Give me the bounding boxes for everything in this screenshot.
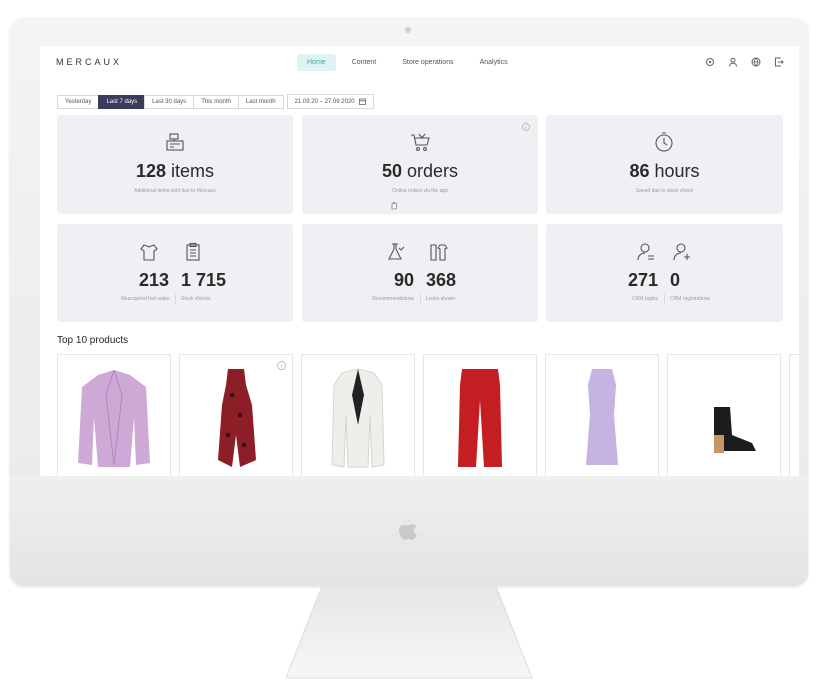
tab-content[interactable]: Content (342, 54, 387, 71)
recommendations-caption: Recommendations (372, 296, 414, 302)
user-icon[interactable] (726, 55, 739, 68)
tab-analytics[interactable]: Analytics (470, 54, 518, 71)
apple-logo-icon (399, 519, 417, 540)
recommendation-icon (388, 243, 405, 260)
hours-value: 86 hours (546, 161, 783, 182)
info-icon[interactable] (277, 361, 286, 370)
cash-register-icon (166, 133, 184, 151)
items-unit: items (171, 161, 215, 181)
info-icon[interactable] (522, 123, 530, 131)
date-range-picker[interactable]: 21.09.20 – 27.09.2020 (286, 94, 374, 109)
clothing-tag-icon (140, 244, 158, 261)
calendar-icon (358, 98, 366, 105)
filter-yesterday[interactable]: Yesterday (57, 94, 100, 109)
product-card[interactable] (545, 354, 659, 476)
imac-stand (285, 586, 533, 679)
stock-checks-stat: 1 715 Stock checks (175, 224, 293, 322)
card-online-orders: 50 orders Online orders via the app (302, 115, 538, 214)
product-card-partial[interactable] (789, 354, 799, 476)
looks-value: 368 (426, 270, 457, 290)
clock-icon (655, 132, 673, 152)
crm-registrations-value: 0 (670, 270, 681, 290)
stock-checks-value: 1 715 (181, 270, 227, 290)
stock-checks-caption: Stock checks (181, 296, 211, 302)
items-value: 128 items (57, 161, 293, 182)
header-actions (703, 55, 785, 68)
main-nav: Home Content Store operations Analytics (297, 54, 518, 71)
top-bar: MERCAUX Home Content Store operations An… (40, 46, 799, 80)
card-recs-looks: 90 Recommendations 368 Looks shown (302, 224, 538, 322)
clipboard-icon (186, 242, 200, 261)
card-sales-stock: 213 Reacquired lost sales 1 715 Stock ch… (57, 224, 293, 322)
card-crm: 271 CRM logins 0 CRM registrations (546, 224, 783, 322)
camera-dot (405, 27, 411, 33)
product-card[interactable] (301, 354, 415, 476)
hours-number: 86 (629, 161, 650, 181)
hours-caption: Saved due to stock check (636, 188, 693, 194)
crm-logins-caption: CRM logins (632, 296, 658, 302)
top-products-title: Top 10 products (57, 335, 129, 346)
crm-logins-value: 271 (627, 270, 658, 290)
settings-icon[interactable] (703, 55, 716, 68)
filter-this-month[interactable]: This month (193, 94, 239, 109)
orders-value: 50 orders (302, 161, 538, 182)
globe-icon[interactable] (749, 55, 762, 68)
tab-home[interactable]: Home (297, 54, 336, 71)
product-image (218, 369, 256, 467)
looks-stat: 368 Looks shown (420, 224, 538, 322)
product-image (714, 407, 756, 453)
orders-caption: Online orders via the app (392, 188, 448, 194)
recommendations-value: 90 (393, 270, 414, 290)
product-card[interactable] (423, 354, 537, 476)
shopping-cart-icon (411, 133, 430, 151)
add-user-icon (673, 243, 690, 261)
crm-logins-stat: 271 CRM logins (546, 224, 664, 322)
card-items-sold: 128 items Additional items sold due to M… (57, 115, 293, 214)
lost-sales-caption: Reacquired lost sales (121, 296, 169, 302)
looks-caption: Looks shown (426, 296, 456, 302)
period-filter: Yesterday Last 7 days Last 30 days This … (57, 94, 374, 109)
product-card[interactable] (57, 354, 171, 476)
card-hours-saved: 86 hours Saved due to stock check (546, 115, 783, 214)
lost-sales-stat: 213 Reacquired lost sales (57, 224, 175, 322)
product-card[interactable] (179, 354, 293, 476)
crm-registrations-caption: CRM registrations (670, 296, 711, 302)
product-image (78, 369, 150, 467)
logout-icon[interactable] (772, 55, 785, 68)
lost-sales-value: 213 (138, 270, 169, 290)
dashboard-screen: MERCAUX Home Content Store operations An… (40, 46, 799, 476)
date-range-text: 21.09.20 – 27.09.2020 (294, 98, 355, 105)
outfit-icon (430, 244, 448, 261)
product-image (586, 369, 618, 465)
product-image (331, 368, 385, 468)
hours-unit: hours (654, 161, 700, 181)
filter-last-month[interactable]: Last month (237, 94, 284, 109)
items-caption: Additional items sold due to Mercaux (134, 188, 216, 194)
brand-logo[interactable]: MERCAUX (56, 57, 122, 67)
items-number: 128 (135, 161, 166, 181)
filter-last-30-days[interactable]: Last 30 days (144, 94, 195, 109)
product-card[interactable] (667, 354, 781, 476)
filter-last-7-days[interactable]: Last 7 days (98, 94, 146, 109)
tab-store-operations[interactable]: Store operations (392, 54, 463, 71)
crm-registrations-stat: 0 CRM registrations (664, 224, 783, 322)
product-image (458, 369, 502, 467)
recommendations-stat: 90 Recommendations (302, 224, 420, 322)
orders-number: 50 (381, 161, 402, 181)
mouse-cursor-icon (391, 201, 397, 210)
user-login-icon (637, 243, 654, 261)
orders-unit: orders (407, 161, 459, 181)
